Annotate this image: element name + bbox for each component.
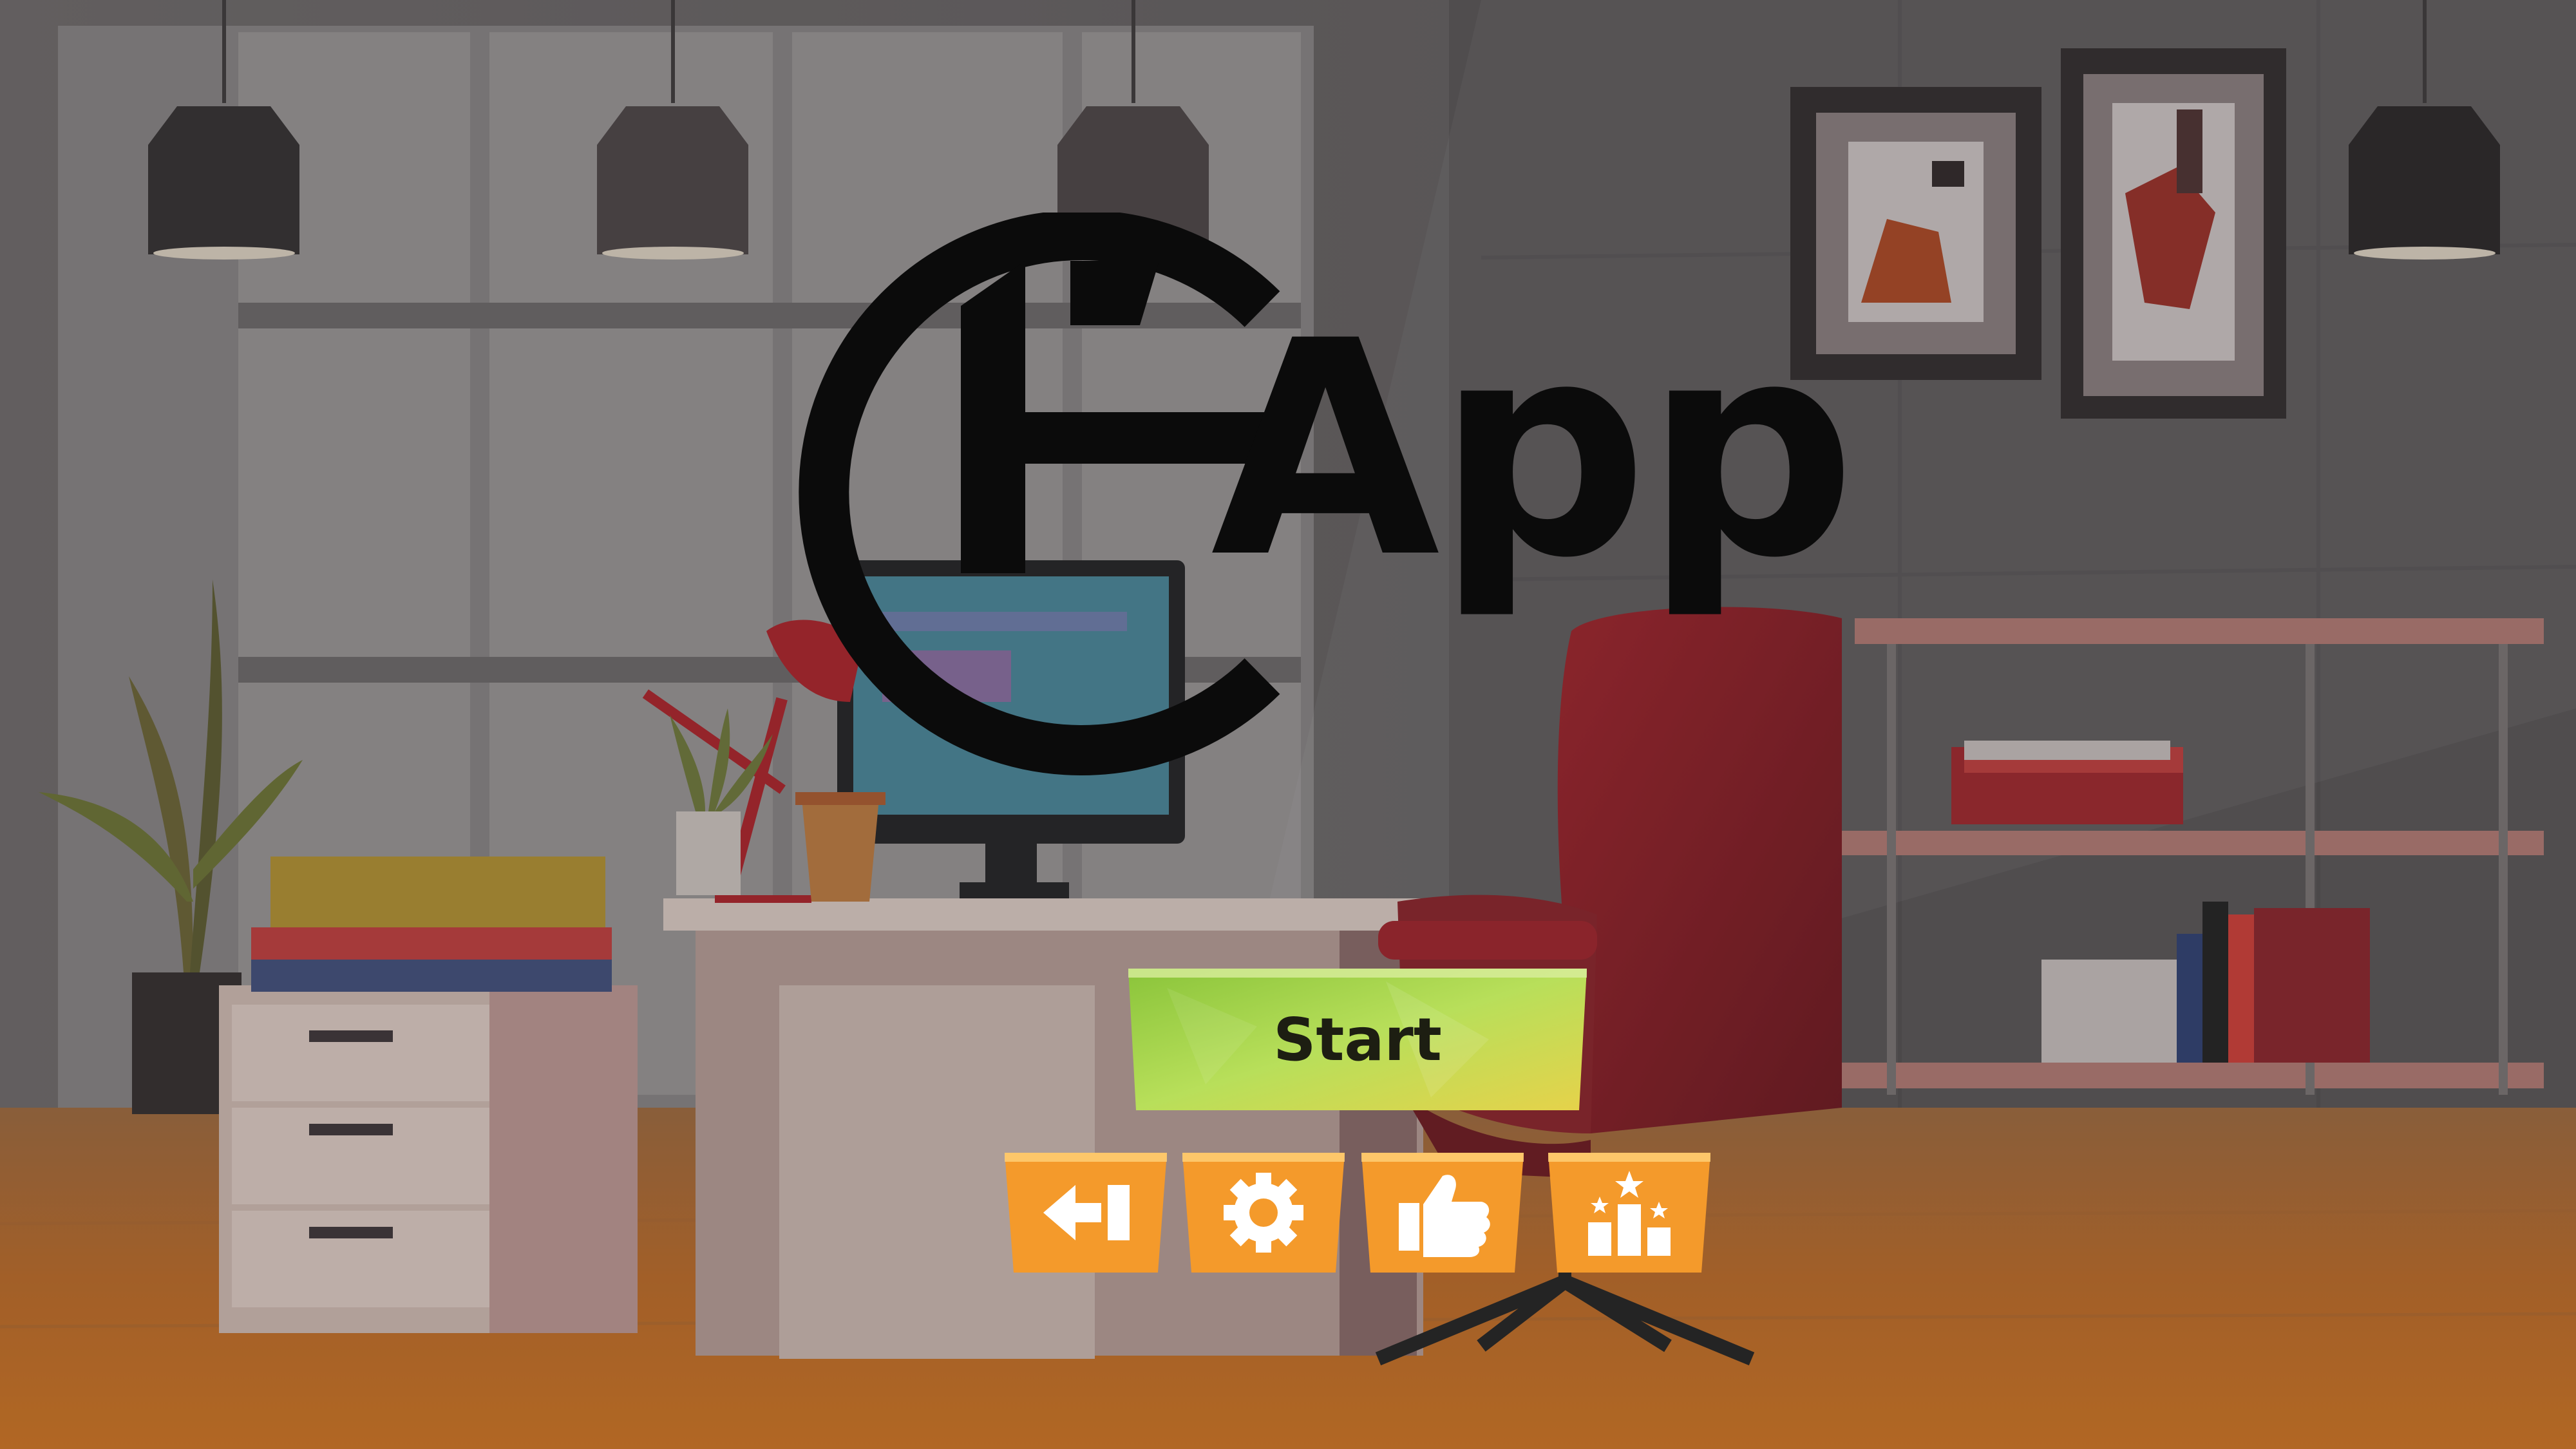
start-button[interactable]: Start [1128, 969, 1587, 1110]
start-label: Start [1273, 1005, 1442, 1074]
exit-button[interactable] [1005, 1153, 1167, 1273]
leaderboard-button[interactable] [1548, 1153, 1710, 1273]
gear-icon [1224, 1173, 1303, 1253]
app-logo-text: App [1211, 278, 1857, 623]
like-button[interactable] [1361, 1153, 1524, 1273]
settings-button[interactable] [1182, 1153, 1345, 1273]
